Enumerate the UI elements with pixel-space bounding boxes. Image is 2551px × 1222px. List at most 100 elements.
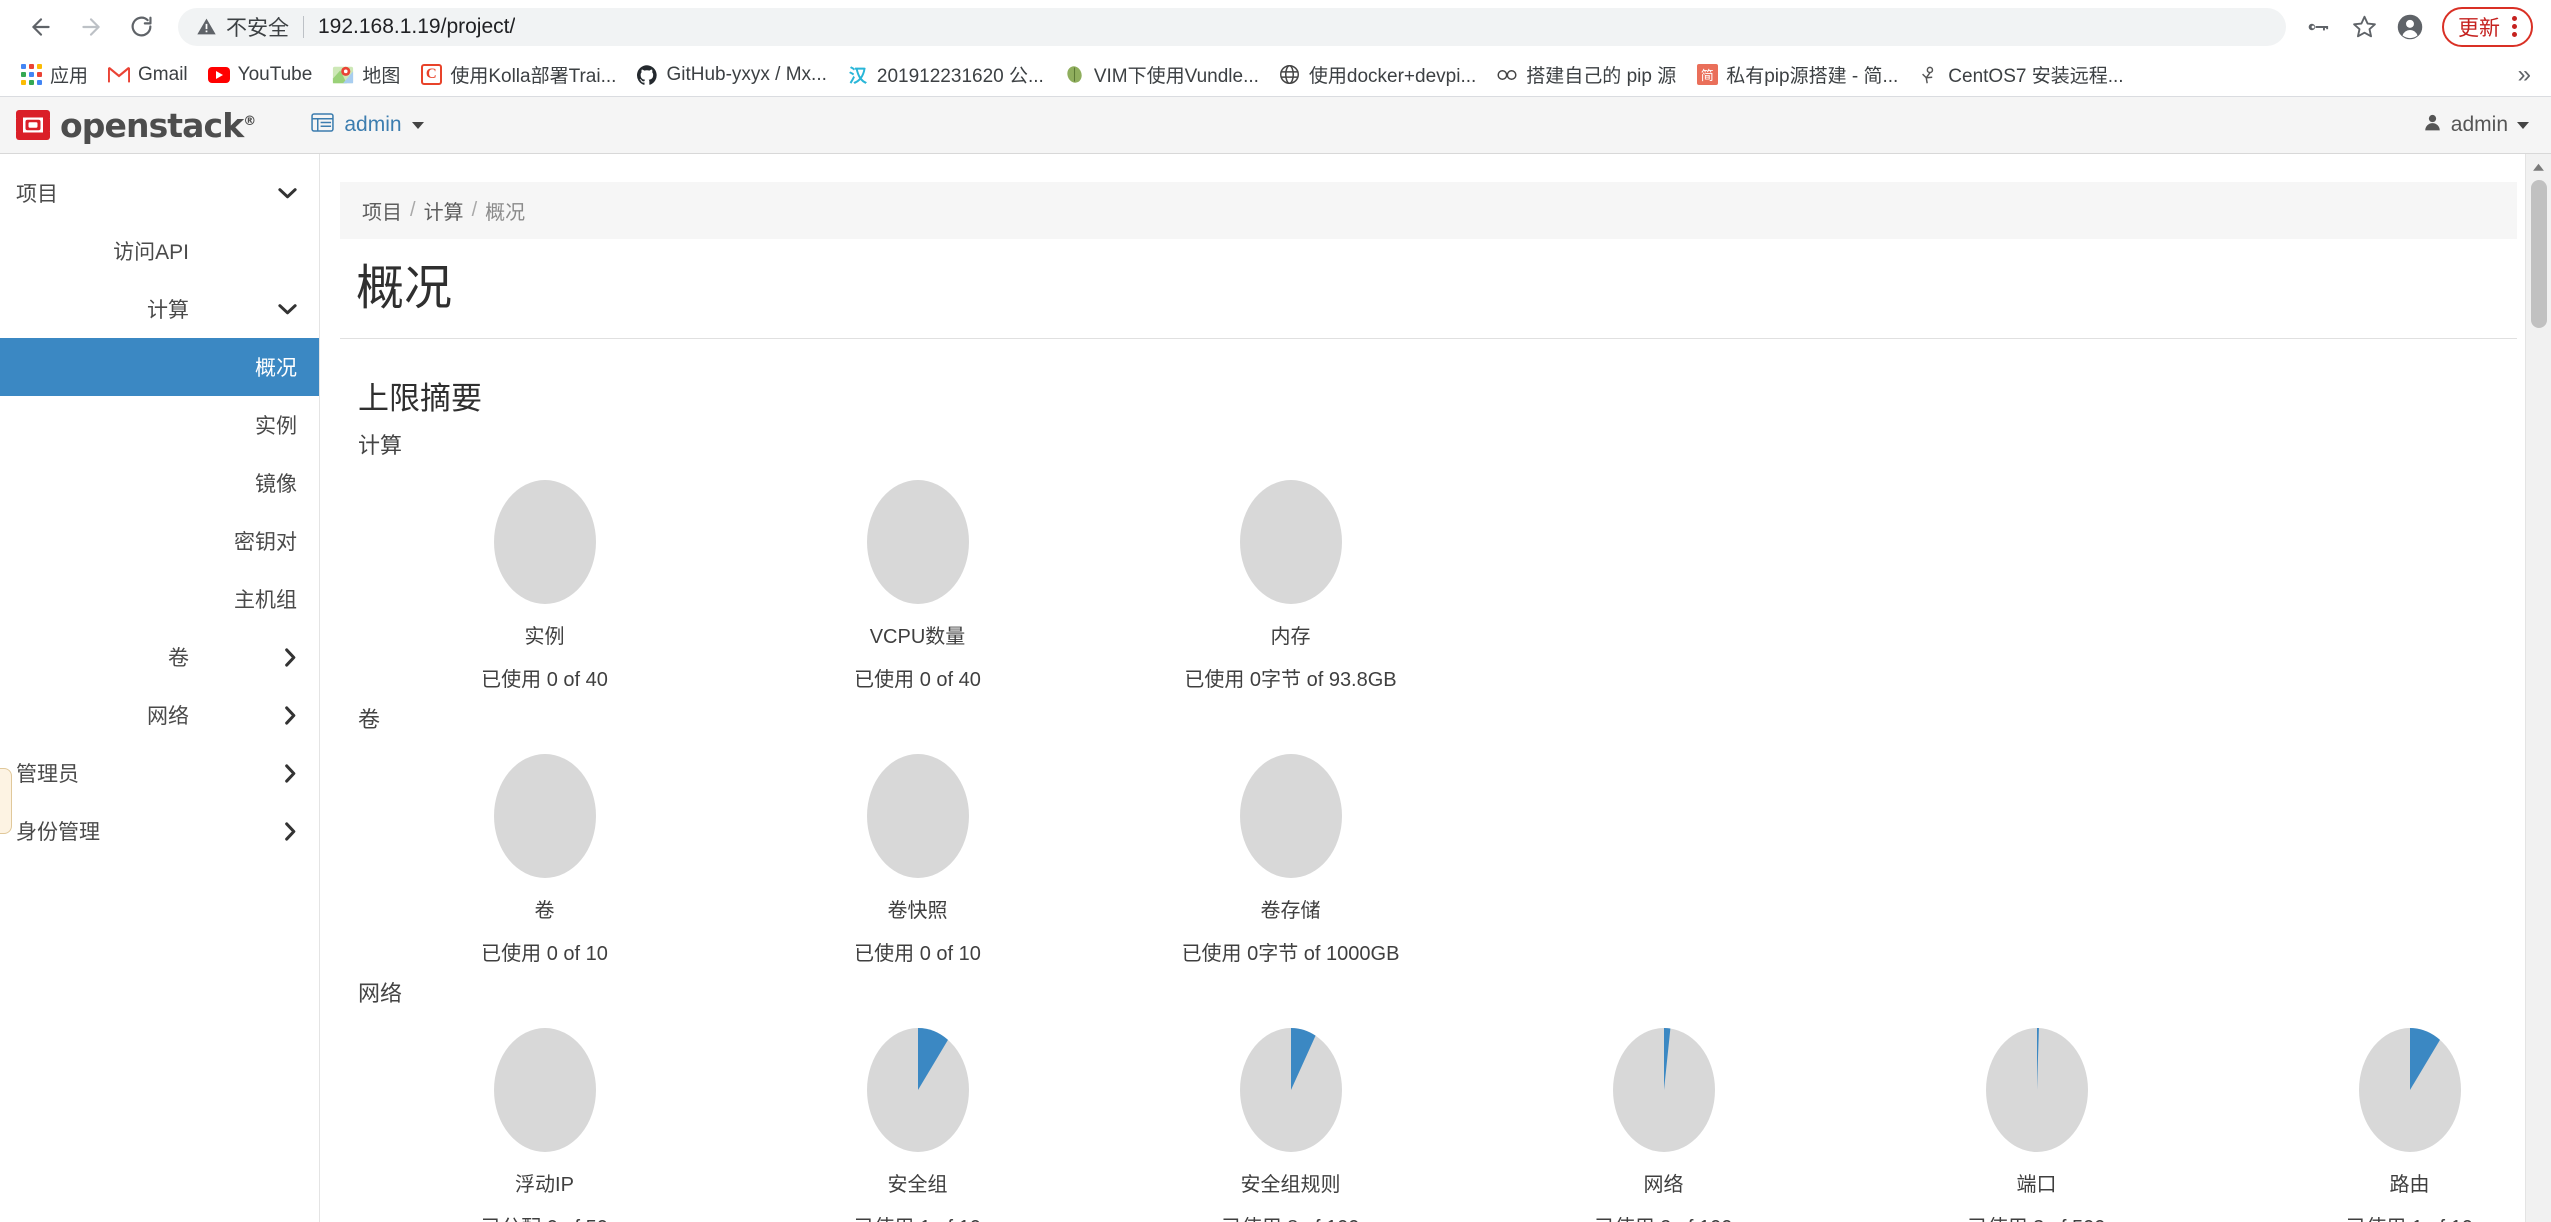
openstack-body: 项目 访问API 计算 概况 实例 镜像 密钥对 主机组卷网络 管理员 身份管理 项目 / 计算 … bbox=[0, 154, 2551, 1222]
quota-group-title: 卷 bbox=[358, 707, 381, 733]
sidebar-item-compute[interactable]: 计算 bbox=[0, 280, 319, 338]
star-icon[interactable] bbox=[2342, 5, 2386, 49]
openstack-topbar: openstack® admin admin bbox=[0, 97, 2551, 154]
scrollbar-up-arrow[interactable] bbox=[2526, 154, 2551, 180]
quota-gauge: 安全组已使用 1 of 10 bbox=[731, 1022, 1104, 1222]
quota-pie-chart bbox=[1602, 1022, 1726, 1158]
page-scrollbar[interactable] bbox=[2525, 154, 2551, 1222]
apps-grid-icon bbox=[20, 64, 42, 86]
back-button[interactable] bbox=[18, 4, 64, 50]
quota-gauge-usage: 已使用 0 of 10 bbox=[481, 943, 608, 966]
bookmark-label: CentOS7 安装远程... bbox=[1948, 66, 2124, 87]
quota-pie-chart bbox=[483, 1022, 607, 1158]
quota-gauge-label: 卷 bbox=[534, 900, 555, 923]
bookmark-apps[interactable]: 应用 bbox=[10, 57, 98, 92]
bookmark-devpi[interactable]: 使用docker+devpi... bbox=[1269, 57, 1486, 92]
quota-gauge: 卷快照已使用 0 of 10 bbox=[731, 748, 1104, 966]
quota-gauge: 网络已使用 2 of 100 bbox=[1477, 1022, 1850, 1222]
quota-gauge-usage: 已使用 0字节 of 1000GB bbox=[1181, 943, 1400, 966]
bookmark-gmail[interactable]: Gmail bbox=[98, 60, 198, 90]
bookmark-jianshu[interactable]: 简 私有pip源搭建 - 简... bbox=[1686, 57, 1908, 92]
sidebar-item-network[interactable]: 网络 bbox=[0, 686, 319, 744]
project-switcher[interactable]: admin bbox=[311, 112, 424, 138]
user-menu[interactable]: admin bbox=[2423, 113, 2529, 138]
vim-leaf-icon bbox=[1064, 64, 1086, 86]
quota-gauge-usage: 已使用 0 of 40 bbox=[481, 669, 608, 692]
chevron-right-icon bbox=[284, 821, 297, 841]
chevron-right-icon bbox=[284, 763, 297, 783]
quota-gauge-usage: 已使用 1 of 10 bbox=[2346, 1211, 2473, 1222]
main-content: 项目 / 计算 / 概况 概况 上限摘要 计算 实例 已使用 0 of 40 VCPU… bbox=[320, 154, 2551, 1222]
bookmark-youtube[interactable]: YouTube bbox=[198, 60, 323, 90]
chevron-right-icon bbox=[284, 647, 297, 667]
reload-button[interactable] bbox=[118, 4, 164, 50]
user-icon bbox=[2423, 113, 2442, 138]
centos-icon bbox=[1918, 64, 1940, 86]
update-button-label: 更新 bbox=[2458, 16, 2500, 40]
quota-gauge-label: VCPU数量 bbox=[869, 626, 966, 649]
sidebar-item-label: 镜像 bbox=[255, 473, 297, 496]
account-circle-icon[interactable] bbox=[2388, 5, 2432, 49]
update-button[interactable]: 更新 bbox=[2442, 6, 2533, 47]
sidebar-item-admin[interactable]: 管理员 bbox=[0, 744, 319, 802]
quota-groups: 计算 实例 已使用 0 of 40 VCPU数量 已使用 0 of 40 内存 已使用 0字… bbox=[340, 428, 2517, 1222]
bookmarks-bar: 应用 Gmail YouTube 地图 C 使用Kolla部署Trai... G… bbox=[0, 53, 2551, 97]
quota-group-title: 计算 bbox=[358, 433, 403, 459]
quota-gauge-label: 卷存储 bbox=[1260, 900, 1321, 923]
quota-gauge-row: 浮动IP已分配 0 of 50安全组已使用 1 of 10安全组规则已使用 8 … bbox=[340, 1022, 2517, 1222]
quota-gauge-usage: 已使用 0 of 10 bbox=[854, 943, 981, 966]
breadcrumb-item-compute[interactable]: 计算 bbox=[424, 196, 464, 225]
three-dot-menu-icon[interactable] bbox=[2504, 16, 2525, 37]
forward-button[interactable] bbox=[68, 4, 114, 50]
quota-pie-chart bbox=[1975, 1022, 2099, 1158]
quota-pie-chart bbox=[483, 474, 607, 610]
sidebar-item-label: 网络 bbox=[147, 705, 189, 728]
quota-pie-chart bbox=[2348, 1022, 2472, 1158]
quota-gauge-usage: 已使用 1 of 10 bbox=[854, 1211, 981, 1222]
bookmark-blog[interactable]: 汉 201912231620 公... bbox=[837, 57, 1054, 92]
quota-gauge-label: 卷快照 bbox=[887, 900, 948, 923]
sidebar-item-label: 访问API bbox=[113, 241, 189, 264]
bookmark-vim[interactable]: VIM下使用Vundle... bbox=[1054, 57, 1269, 92]
bookmark-centos[interactable]: CentOS7 安装远程... bbox=[1908, 57, 2133, 92]
sidebar-item-label: 项目 bbox=[16, 183, 58, 206]
quota-gauge-usage: 已使用 0字节 of 93.8GB bbox=[1184, 669, 1397, 692]
bookmarks-overflow-button[interactable]: » bbox=[2518, 61, 2537, 89]
browser-toolbar: 不安全 192.168.1.19/project/ 更新 bbox=[0, 0, 2551, 53]
sidebar-item-identity[interactable]: 身份管理 bbox=[0, 802, 319, 860]
quota-gauge-label: 路由 bbox=[2389, 1174, 2430, 1197]
sidebar-item-api-access[interactable]: 访问API bbox=[0, 222, 319, 280]
key-icon[interactable] bbox=[2296, 5, 2340, 49]
bookmark-label: GitHub-yxyx / Mx... bbox=[666, 63, 827, 85]
quota-gauge: 端口已使用 3 of 500 bbox=[1850, 1022, 2223, 1222]
sidebar-item-keypairs[interactable]: 密钥对 bbox=[0, 512, 319, 570]
bookmark-maps[interactable]: 地图 bbox=[322, 57, 410, 92]
quota-gauge: 卷存储已使用 0字节 of 1000GB bbox=[1104, 748, 1477, 966]
c-letter-icon: C bbox=[420, 64, 442, 86]
scrollbar-thumb[interactable] bbox=[2531, 180, 2547, 328]
quota-pie-chart bbox=[1229, 474, 1353, 610]
quota-gauge-usage: 已使用 8 of 100 bbox=[1222, 1211, 1360, 1222]
sidebar-item-volumes[interactable]: 卷 bbox=[0, 628, 319, 686]
bookmark-label: VIM下使用Vundle... bbox=[1093, 66, 1259, 87]
openstack-logo[interactable]: openstack® bbox=[16, 106, 256, 145]
breadcrumb-item-project[interactable]: 项目 bbox=[362, 196, 402, 225]
chevron-down-icon bbox=[411, 121, 424, 129]
bookmark-pip-source[interactable]: 搭建自己的 pip 源 bbox=[1486, 57, 1686, 92]
quota-pie-chart bbox=[1229, 1022, 1353, 1158]
sidebar-item-images[interactable]: 镜像 bbox=[0, 454, 319, 512]
sidebar-item-project[interactable]: 项目 bbox=[0, 164, 319, 222]
security-status-text: 不安全 bbox=[226, 16, 289, 40]
address-bar[interactable]: 不安全 192.168.1.19/project/ bbox=[178, 7, 2286, 46]
bookmark-kolla[interactable]: C 使用Kolla部署Trai... bbox=[410, 57, 626, 92]
sidebar-item-label: 卷 bbox=[168, 647, 189, 670]
sidebar-item-instances[interactable]: 实例 bbox=[0, 396, 319, 454]
chevron-down-icon bbox=[2517, 121, 2529, 129]
breadcrumb: 项目 / 计算 / 概况 bbox=[340, 182, 2517, 239]
sidebar-item-overview[interactable]: 概况 bbox=[0, 338, 319, 396]
quota-gauge-label: 网络 bbox=[1643, 1174, 1684, 1197]
sidebar-item-server-groups[interactable]: 主机组 bbox=[0, 570, 319, 628]
bookmark-label: Gmail bbox=[138, 63, 188, 85]
bookmark-github[interactable]: GitHub-yxyx / Mx... bbox=[626, 60, 836, 90]
quota-gauge-row: 卷已使用 0 of 10 卷快照 已使用 0 of 10 卷存储 已使用 0字节 of … bbox=[340, 748, 2517, 966]
